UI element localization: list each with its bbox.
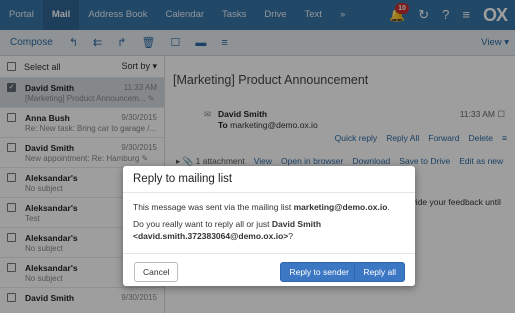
reply-to-sender-button[interactable]: Reply to sender — [280, 262, 358, 282]
reply-to-mailing-list-dialog: Reply to mailing list This message was s… — [123, 166, 415, 286]
mailing-list-address: marketing@demo.ox.io — [293, 202, 388, 212]
dialog-title: Reply to mailing list — [123, 166, 415, 193]
dialog-body: This message was sent via the mailing li… — [133, 202, 390, 241]
sender-email-bold: <david.smith.372383064@demo.ox.io> — [133, 231, 289, 241]
reply-all-button[interactable]: Reply all — [354, 262, 405, 282]
cancel-button[interactable]: Cancel — [134, 262, 179, 282]
sender-name-bold: David Smith — [271, 219, 322, 229]
dialog-footer: Cancel Reply to sender Reply all — [123, 253, 415, 286]
